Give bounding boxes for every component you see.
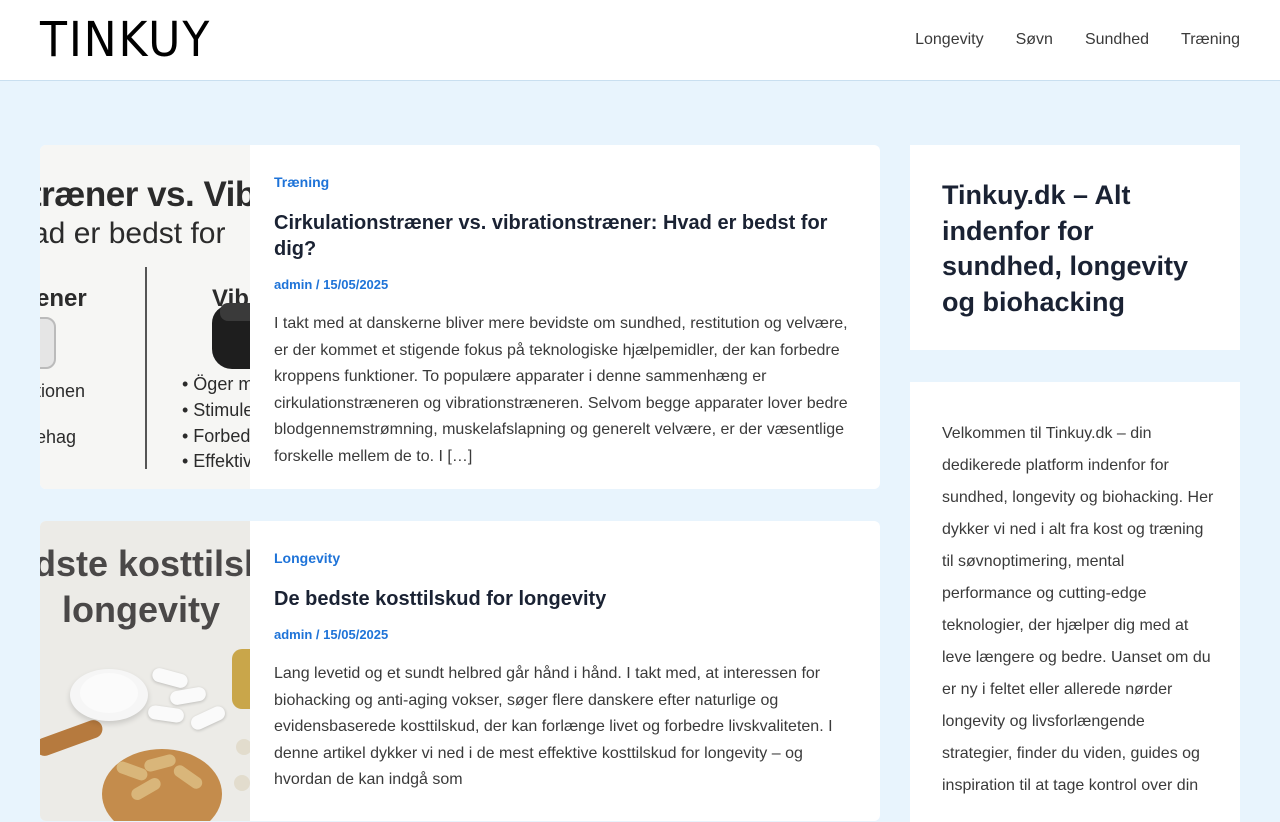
thumb-text: dste kosttilsk bbox=[40, 543, 250, 584]
thumb-text: ehag bbox=[40, 427, 77, 447]
device-shape bbox=[220, 303, 250, 321]
main-nav: Longevity Søvn Sundhed Træning bbox=[883, 0, 1240, 80]
thumb-text: • Forbedr bbox=[182, 426, 250, 446]
capsule-shape bbox=[147, 704, 185, 724]
post-excerpt: Lang levetid og et sundt helbred går hån… bbox=[274, 665, 833, 788]
thumb-text: • Stimuler bbox=[182, 400, 250, 420]
thumb-text: longevity bbox=[62, 589, 221, 630]
capsule-shape bbox=[169, 685, 207, 707]
meta-separator: / bbox=[315, 277, 320, 292]
spoon-shape bbox=[40, 717, 105, 759]
post-thumbnail[interactable]: træner vs. Vib ad er bedst for ener Vib … bbox=[40, 145, 250, 489]
meta-separator: / bbox=[315, 627, 320, 642]
sidebar-title-widget: Tinkuy.dk – Alt indenfor for sundhed, lo… bbox=[910, 145, 1240, 350]
nav-link-traening[interactable]: Træning bbox=[1181, 30, 1240, 50]
post-author[interactable]: admin bbox=[274, 627, 312, 642]
thumb-text: ad er bedst for bbox=[40, 217, 226, 250]
thumb-text: træner vs. Vib bbox=[40, 175, 250, 214]
sidebar-title: Tinkuy.dk – Alt indenfor for sundhed, lo… bbox=[942, 180, 1189, 317]
post-title[interactable]: Cirkulationstræner vs. vibrationstræner:… bbox=[274, 210, 856, 262]
post-category-link[interactable]: Longevity bbox=[274, 550, 856, 566]
pill-shape bbox=[236, 739, 250, 755]
device-shape bbox=[40, 317, 56, 369]
pill-shape bbox=[234, 775, 250, 791]
nav-link-sundhed[interactable]: Sundhed bbox=[1085, 30, 1149, 50]
thumb-divider bbox=[145, 267, 147, 469]
post-author[interactable]: admin bbox=[274, 277, 312, 292]
site-header: TINKUY Longevity Søvn Sundhed Træning bbox=[0, 0, 1280, 81]
post-card: dste kosttilsk longevity Longevity De be… bbox=[40, 521, 880, 821]
post-excerpt: I takt med at danskerne bliver mere bevi… bbox=[274, 315, 848, 465]
post-card: træner vs. Vib ad er bedst for ener Vib … bbox=[40, 145, 880, 489]
post-title[interactable]: De bedste kosttilskud for longevity bbox=[274, 586, 856, 612]
sidebar-text-widget: Velkommen til Tinkuy.dk – din dedikerede… bbox=[910, 382, 1240, 822]
post-date[interactable]: 15/05/2025 bbox=[323, 627, 388, 642]
sidebar-text: Velkommen til Tinkuy.dk – din dedikerede… bbox=[942, 425, 1214, 794]
site-logo[interactable]: TINKUY bbox=[40, 14, 211, 66]
jar-shape bbox=[232, 649, 250, 709]
capsule-shape bbox=[188, 704, 228, 732]
post-body: Træning Cirkulationstræner vs. vibration… bbox=[274, 145, 856, 470]
post-meta: admin / 15/05/2025 bbox=[274, 627, 856, 643]
thumb-text: • Öger mu bbox=[182, 374, 250, 394]
nav-link-sovn[interactable]: Søvn bbox=[1016, 30, 1053, 50]
post-thumbnail[interactable]: dste kosttilsk longevity bbox=[40, 521, 250, 821]
thumb-text: • Effektiv bbox=[182, 451, 250, 471]
thumb-text: tionen bbox=[40, 381, 86, 401]
nav-link-longevity[interactable]: Longevity bbox=[915, 30, 984, 50]
post-date[interactable]: 15/05/2025 bbox=[323, 277, 388, 292]
post-category-link[interactable]: Træning bbox=[274, 174, 856, 190]
capsule-shape bbox=[150, 666, 190, 690]
post-body: Longevity De bedste kosttilskud for long… bbox=[274, 521, 856, 794]
powder-shape bbox=[80, 673, 138, 713]
post-meta: admin / 15/05/2025 bbox=[274, 277, 856, 293]
thumb-text: ener bbox=[40, 285, 87, 312]
